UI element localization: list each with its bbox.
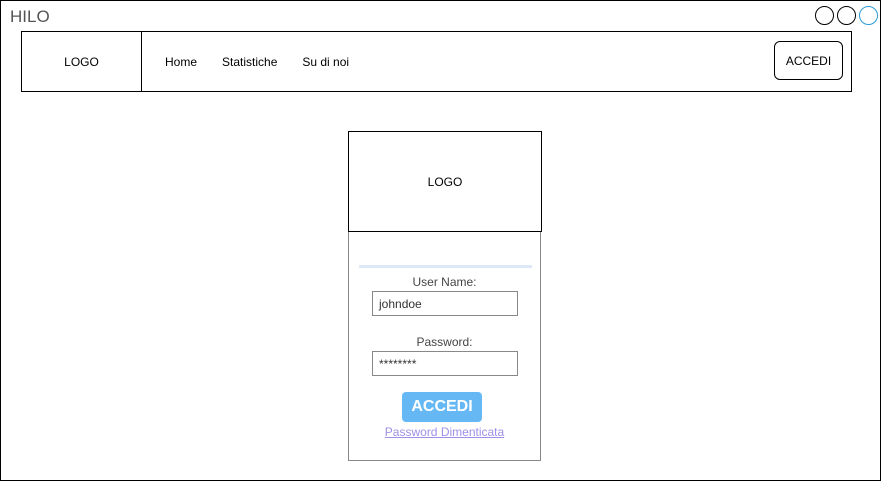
nav-link-statistiche[interactable]: Statistiche (222, 55, 277, 69)
nav-link-home[interactable]: Home (165, 55, 197, 69)
window-minimize-button[interactable] (815, 6, 834, 25)
nav-links: Home Statistiche Su di noi (165, 32, 374, 91)
window-maximize-button[interactable] (837, 6, 856, 25)
password-label: Password: (416, 335, 473, 349)
window-title: HILO (10, 7, 50, 26)
window-controls (815, 6, 878, 25)
top-navbar: LOGO Home Statistiche Su di noi ACCEDI (21, 31, 852, 92)
nav-logo[interactable]: LOGO (22, 32, 142, 91)
login-card: LOGO User Name: johndoe Password: ******… (348, 131, 542, 461)
forgot-password-link[interactable]: Password Dimenticata (349, 425, 540, 439)
window-close-button[interactable] (859, 6, 878, 25)
nav-link-su-di-noi[interactable]: Su di noi (302, 55, 349, 69)
login-submit-button[interactable]: ACCEDI (402, 392, 482, 422)
nav-login-button[interactable]: ACCEDI (774, 41, 843, 80)
username-input[interactable]: johndoe (372, 291, 518, 316)
card-logo: LOGO (348, 131, 542, 232)
username-label: User Name: (412, 275, 477, 289)
card-divider (359, 265, 532, 268)
browser-window: HILO LOGO Home Statistiche Su di noi ACC… (0, 0, 881, 481)
password-input[interactable]: ******** (372, 351, 518, 376)
